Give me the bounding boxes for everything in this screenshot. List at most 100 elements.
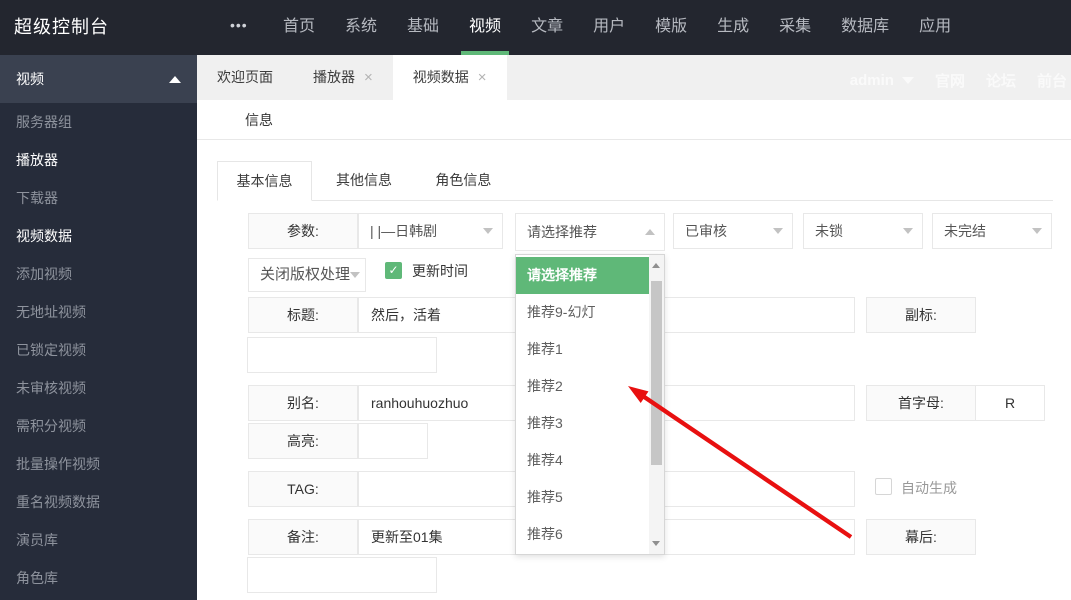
nav-item-video[interactable]: 视频 <box>461 0 510 55</box>
dropdown-option[interactable]: 推荐9-幻灯 <box>516 294 649 331</box>
dropdown-option[interactable]: 推荐1 <box>516 331 649 368</box>
chevron-down-icon <box>350 272 360 278</box>
sidebar-item-player[interactable]: 播放器 <box>0 141 197 179</box>
link-official-site[interactable]: 官网 <box>935 70 965 91</box>
chevron-up-icon <box>645 229 655 235</box>
scrollbar-thumb[interactable] <box>651 281 662 465</box>
app-title: 超级控制台 <box>14 17 109 37</box>
nav-item-database[interactable]: 数据库 <box>833 0 897 55</box>
nav-item-user[interactable]: 用户 <box>585 0 633 55</box>
dropdown-option[interactable]: 推荐3 <box>516 405 649 442</box>
chevron-down-icon <box>1032 228 1042 234</box>
sidebar-item-points-video[interactable]: 需积分视频 <box>0 407 197 445</box>
tab-welcome-label: 欢迎页面 <box>217 69 273 85</box>
note-extra-input[interactable] <box>247 557 437 593</box>
chevron-down-icon <box>901 77 914 84</box>
param-label: 参数: <box>248 213 358 249</box>
sidebar-item-add-video[interactable]: 添加视频 <box>0 255 197 293</box>
more-menu-icon[interactable]: ••• <box>230 0 248 53</box>
sidebar-item-batch-video[interactable]: 批量操作视频 <box>0 445 197 483</box>
recommend-dropdown-list: 请选择推荐 推荐9-幻灯 推荐1 推荐2 推荐3 推荐4 推荐5 推荐6 <box>516 257 649 553</box>
sidebar-item-duplicate-video[interactable]: 重名视频数据 <box>0 483 197 521</box>
tab-video-data-label: 视频数据 <box>412 69 469 85</box>
nav-item-collect[interactable]: 采集 <box>771 0 819 55</box>
auto-generate-checkbox[interactable] <box>875 478 892 495</box>
sidebar-section-video[interactable]: 视频 <box>0 55 197 103</box>
dropdown-option[interactable]: 推荐6 <box>516 516 649 553</box>
nav-item-template[interactable]: 模版 <box>647 0 695 55</box>
dropdown-option[interactable]: 推荐2 <box>516 368 649 405</box>
scroll-down-icon[interactable] <box>652 541 660 546</box>
recommend-select-value: 请选择推荐 <box>527 224 597 240</box>
chevron-down-icon <box>483 228 493 234</box>
audit-status-select[interactable]: 已审核 <box>673 213 793 249</box>
sidebar-item-video-data[interactable]: 视频数据 <box>0 217 197 255</box>
audit-status-value: 已审核 <box>685 223 727 239</box>
param-category-select[interactable]: | |—日韩剧 <box>358 213 503 249</box>
nav-item-home[interactable]: 首页 <box>275 0 323 55</box>
param-category-value: | |—日韩剧 <box>370 223 438 239</box>
sidebar-item-server-group[interactable]: 服务器组 <box>0 103 197 141</box>
close-icon[interactable]: × <box>364 69 373 86</box>
header-user-links: admin 官网 论坛 前台 <box>850 70 1067 91</box>
tab-other-info[interactable]: 其他信息 <box>316 161 411 200</box>
initial-input[interactable]: R <box>975 385 1045 421</box>
nav-item-generate[interactable]: 生成 <box>709 0 757 55</box>
initial-label: 首字母: <box>866 385 976 421</box>
update-time-checkbox[interactable]: ✓ <box>385 262 402 279</box>
breadcrumb: 信息 <box>197 100 1071 140</box>
note-label: 备注: <box>248 519 358 555</box>
update-time-label: 更新时间 <box>412 263 468 279</box>
sidebar-item-no-address-video[interactable]: 无地址视频 <box>0 293 197 331</box>
app-window: 超级控制台 ••• 首页 系统 基础 视频 文章 用户 模版 生成 采集 数据库… <box>0 0 1071 600</box>
user-menu[interactable]: admin <box>850 72 894 89</box>
scroll-up-icon[interactable] <box>652 263 660 268</box>
tab-player-label: 播放器 <box>313 69 355 85</box>
nav-item-app[interactable]: 应用 <box>911 0 959 55</box>
sidebar-item-downloader[interactable]: 下载器 <box>0 179 197 217</box>
lock-status-select[interactable]: 未锁 <box>803 213 923 249</box>
nav-item-basic[interactable]: 基础 <box>399 0 447 55</box>
dropdown-option[interactable]: 推荐5 <box>516 479 649 516</box>
nav-item-article[interactable]: 文章 <box>523 0 571 55</box>
tag-label: TAG: <box>248 471 358 507</box>
highlight-input[interactable] <box>358 423 428 459</box>
highlight-label: 高亮: <box>248 423 358 459</box>
chevron-up-icon[interactable] <box>169 75 181 83</box>
tab-welcome[interactable]: 欢迎页面 <box>197 55 293 100</box>
copyright-select-value: 关闭版权处理 <box>260 266 351 283</box>
tab-role-info[interactable]: 角色信息 <box>416 161 511 200</box>
link-forum[interactable]: 论坛 <box>986 70 1016 91</box>
tab-basic-info[interactable]: 基本信息 <box>217 161 312 201</box>
dropdown-option[interactable]: 请选择推荐 <box>516 257 649 294</box>
dropdown-option[interactable]: 推荐4 <box>516 442 649 479</box>
tab-video-data[interactable]: 视频数据 × <box>392 55 507 100</box>
close-icon[interactable]: × <box>478 69 487 86</box>
chevron-down-icon <box>903 228 913 234</box>
sidebar-item-unaudited-video[interactable]: 未审核视频 <box>0 369 197 407</box>
dropdown-scrollbar[interactable] <box>649 255 664 554</box>
sidebar-item-actor-library[interactable]: 演员库 <box>0 521 197 559</box>
sidebar: 视频 服务器组 播放器 下载器 视频数据 添加视频 无地址视频 已锁定视频 未审… <box>0 55 197 600</box>
check-icon: ✓ <box>388 263 399 277</box>
finish-status-select[interactable]: 未完结 <box>932 213 1052 249</box>
top-nav-menu: 首页 系统 基础 视频 文章 用户 模版 生成 采集 数据库 应用 <box>268 0 966 55</box>
nav-item-system[interactable]: 系统 <box>337 0 385 55</box>
sidebar-item-locked-video[interactable]: 已锁定视频 <box>0 331 197 369</box>
tab-player[interactable]: 播放器 × <box>293 55 393 100</box>
title-extra-input[interactable] <box>247 337 437 373</box>
lock-status-value: 未锁 <box>815 223 843 239</box>
recommend-dropdown: 请选择推荐 推荐9-幻灯 推荐1 推荐2 推荐3 推荐4 推荐5 推荐6 <box>515 254 665 555</box>
top-nav: 超级控制台 ••• 首页 系统 基础 视频 文章 用户 模版 生成 采集 数据库… <box>0 0 1071 55</box>
alias-label: 别名: <box>248 385 358 421</box>
subtitle-label: 副标: <box>866 297 976 333</box>
title-label: 标题: <box>248 297 358 333</box>
chevron-down-icon <box>773 228 783 234</box>
link-frontend[interactable]: 前台 <box>1037 70 1067 91</box>
form-tabs: 基本信息 其他信息 角色信息 <box>217 161 1053 201</box>
recommend-select[interactable]: 请选择推荐 <box>515 213 665 251</box>
behind-label: 幕后: <box>866 519 976 555</box>
sidebar-item-role-library[interactable]: 角色库 <box>0 559 197 597</box>
sidebar-section-label: 视频 <box>16 71 44 87</box>
copyright-select[interactable]: 关闭版权处理 <box>248 258 366 292</box>
